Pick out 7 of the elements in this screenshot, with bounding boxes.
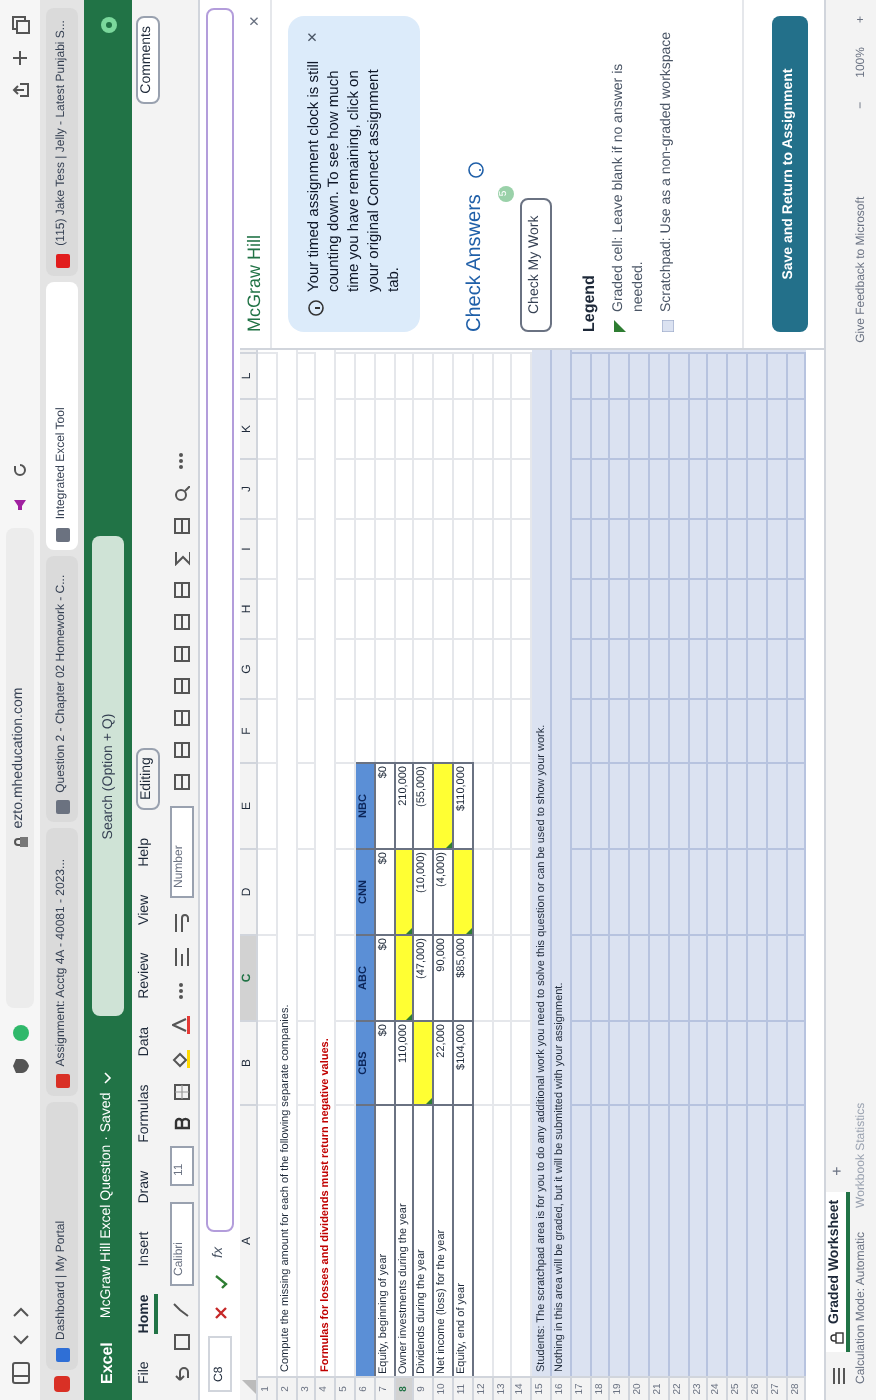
close-button[interactable]: × (304, 32, 322, 43)
legend-title: Legend (578, 273, 600, 336)
add-sheet-button[interactable]: + (826, 1166, 850, 1176)
app-name: Excel (96, 1342, 118, 1384)
section-title: Check Answers (462, 194, 488, 332)
close-button[interactable]: × (241, 16, 269, 27)
panel-title: McGraw Hill (241, 235, 266, 332)
